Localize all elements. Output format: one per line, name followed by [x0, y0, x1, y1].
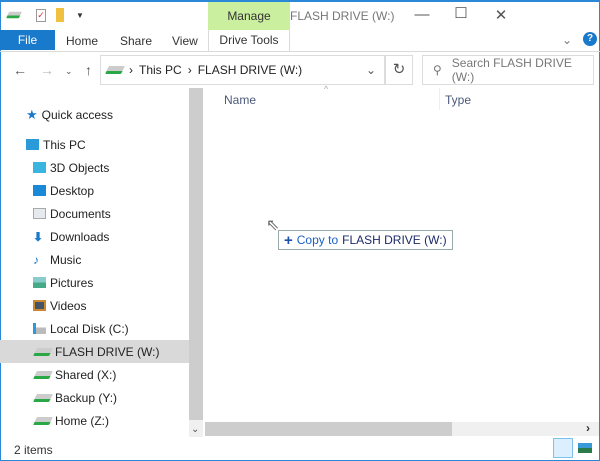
drive-icon	[6, 11, 22, 19]
sidebar-item-videos[interactable]: Videos	[0, 294, 189, 317]
search-input[interactable]: Search FLASH DRIVE (W:)	[452, 56, 593, 84]
navigation-pane: ★ Quick access This PC 3D Objects Desktop…	[0, 88, 189, 437]
cube-icon	[33, 162, 46, 173]
document-icon	[33, 208, 46, 219]
computer-icon	[26, 139, 39, 150]
customize-qat-icon[interactable]: ▼	[76, 11, 84, 20]
search-box[interactable]: ⚲ Search FLASH DRIVE (W:)	[422, 55, 594, 85]
tab-drive-tools[interactable]: Drive Tools	[208, 30, 290, 52]
back-button[interactable]: ←	[13, 62, 27, 78]
chevron-right-icon: ›	[187, 63, 192, 77]
status-item-count: 2 items	[14, 443, 53, 457]
address-dropdown-icon[interactable]: ⌄	[366, 63, 376, 77]
sidebar-item-label: Quick access	[41, 107, 114, 122]
sidebar-item-music[interactable]: ♪ Music	[0, 248, 189, 271]
sidebar-item-flash-drive[interactable]: FLASH DRIVE (W:)	[0, 340, 189, 363]
manage-context-tab[interactable]: Manage	[208, 2, 290, 30]
sidebar-item-label: This PC	[43, 137, 86, 152]
details-view-button[interactable]	[553, 438, 573, 458]
tab-file[interactable]: File	[0, 30, 55, 50]
close-button[interactable]: ✕	[491, 6, 511, 24]
recent-locations-icon[interactable]: ⌄	[65, 66, 73, 77]
sidebar-item-label: Documents	[50, 206, 111, 221]
sidebar-item-label: FLASH DRIVE (W:)	[55, 344, 160, 359]
sidebar-item-documents[interactable]: Documents	[0, 202, 189, 225]
sidebar-item-label: 3D Objects	[50, 160, 110, 175]
tab-view[interactable]: View	[172, 34, 198, 48]
column-header-name[interactable]: Name	[224, 93, 256, 107]
scroll-down-icon[interactable]: ⌄	[191, 424, 199, 435]
ribbon-divider	[0, 51, 600, 52]
sidebar-item-label: Downloads	[50, 229, 110, 244]
sidebar-item-3d-objects[interactable]: 3D Objects	[0, 156, 189, 179]
large-icons-view-button[interactable]	[578, 443, 592, 453]
sidebar-item-shared[interactable]: Shared (X:)	[0, 363, 189, 386]
sidebar-item-label: Home (Z:)	[55, 413, 109, 428]
disk-icon	[33, 323, 46, 334]
sidebar-item-downloads[interactable]: ⬇ Downloads	[0, 225, 189, 248]
drive-icon	[33, 347, 53, 356]
drive-icon	[33, 370, 53, 379]
maximize-button[interactable]: ☐	[451, 4, 471, 22]
music-icon: ♪	[33, 252, 39, 267]
breadcrumb-this-pc[interactable]: This PC	[139, 63, 182, 77]
sidebar-item-desktop[interactable]: Desktop	[0, 179, 189, 202]
sidebar-item-backup[interactable]: Backup (Y:)	[0, 386, 189, 409]
desktop-icon	[33, 185, 46, 196]
new-folder-icon[interactable]	[56, 8, 64, 22]
scroll-right-icon[interactable]: ›	[586, 421, 590, 435]
expand-ribbon-icon[interactable]: ⌄	[562, 33, 572, 47]
sidebar-item-label: Local Disk (C:)	[50, 321, 129, 336]
tab-home[interactable]: Home	[66, 34, 98, 48]
sidebar-item-home[interactable]: Home (Z:)	[0, 409, 189, 432]
tab-share[interactable]: Share	[120, 34, 152, 48]
drive-icon	[105, 66, 125, 74]
column-divider[interactable]	[439, 88, 440, 110]
horizontal-scrollbar-thumb[interactable]	[205, 422, 452, 436]
window-title: FLASH DRIVE (W:)	[290, 9, 395, 23]
star-icon: ★	[26, 106, 38, 122]
sidebar-item-label: Music	[50, 252, 82, 267]
help-icon[interactable]: ?	[583, 32, 597, 46]
properties-icon[interactable]: ✓	[36, 8, 46, 22]
minimize-button[interactable]: —	[412, 6, 432, 23]
refresh-button[interactable]: ↻	[385, 55, 413, 85]
sidebar-item-label: Pictures	[50, 275, 94, 290]
sidebar-item-pictures[interactable]: Pictures	[0, 271, 189, 294]
drag-copy-tooltip: + Copy to FLASH DRIVE (W:)	[278, 230, 453, 250]
sidebar-item-this-pc[interactable]: This PC	[0, 133, 189, 156]
sidebar-item-label: Desktop	[50, 183, 95, 198]
forward-button[interactable]: →	[40, 62, 54, 78]
sidebar-item-label: Backup (Y:)	[55, 390, 118, 405]
breadcrumb-flash-drive[interactable]: FLASH DRIVE (W:)	[198, 63, 302, 77]
video-icon	[33, 300, 46, 311]
picture-icon	[33, 277, 46, 288]
plus-icon: +	[284, 231, 293, 249]
quick-access-toolbar: ✓ ▼	[6, 6, 84, 24]
sidebar-scrollbar-thumb[interactable]	[189, 88, 203, 420]
drag-action-text: Copy to	[296, 233, 339, 247]
column-header-type[interactable]: Type	[445, 93, 471, 107]
sort-ascending-icon: ^	[324, 84, 329, 94]
sidebar-item-local-disk[interactable]: Local Disk (C:)	[0, 317, 189, 340]
sidebar-item-label: Shared (X:)	[55, 367, 117, 382]
sidebar-item-label: Videos	[50, 298, 87, 313]
address-bar[interactable]: › This PC › FLASH DRIVE (W:) ⌄	[100, 55, 385, 85]
chevron-right-icon: ›	[129, 63, 133, 77]
drive-icon	[33, 416, 53, 425]
download-icon: ⬇	[33, 229, 44, 244]
up-button[interactable]: ↑	[85, 62, 92, 78]
search-icon: ⚲	[433, 63, 442, 77]
sidebar-item-quick-access[interactable]: ★ Quick access	[0, 103, 189, 126]
drag-target-text: FLASH DRIVE (W:)	[342, 233, 447, 247]
drive-icon	[33, 393, 53, 402]
